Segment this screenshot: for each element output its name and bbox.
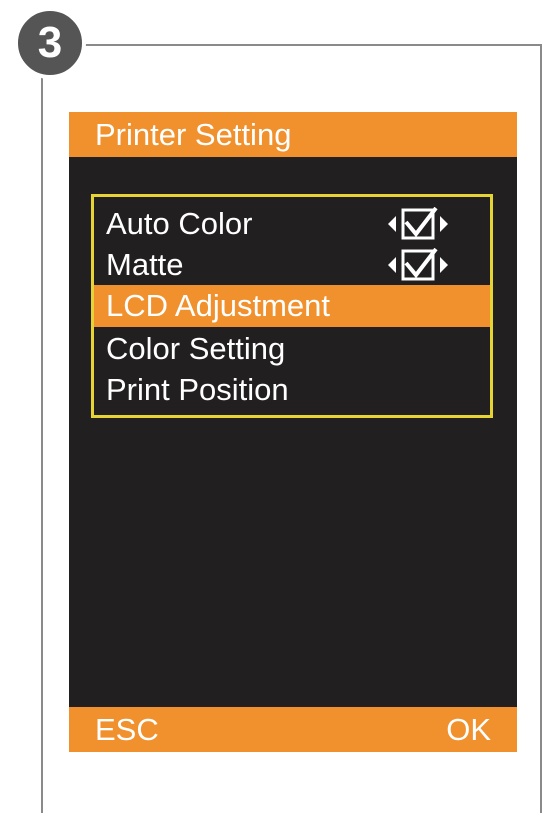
menu-item-label: Print Position	[106, 372, 289, 407]
left-arrow-icon	[388, 216, 396, 232]
manual-step-illustration: 3 Printer Setting Auto Color Matte LCD A…	[0, 0, 550, 813]
matte-toggle[interactable]	[383, 248, 471, 282]
menu-item-color-setting[interactable]: Color Setting	[94, 328, 490, 370]
frame-top-line	[50, 44, 542, 46]
esc-button[interactable]: ESC	[95, 711, 159, 749]
right-arrow-icon	[440, 216, 448, 232]
auto-color-toggle[interactable]	[383, 207, 471, 241]
bottom-bar: ESC OK	[69, 707, 517, 752]
title-bar: Printer Setting	[69, 112, 517, 157]
settings-menu: Auto Color Matte LCD Adjustment Color Se…	[91, 194, 493, 418]
menu-item-label: Matte	[106, 247, 184, 282]
menu-item-matte[interactable]: Matte	[94, 244, 490, 286]
menu-item-auto-color[interactable]: Auto Color	[94, 203, 490, 245]
frame-right-line	[540, 44, 542, 813]
lcd-screen: Printer Setting Auto Color Matte LCD Adj…	[69, 112, 517, 752]
menu-item-lcd-adjustment[interactable]: LCD Adjustment	[94, 285, 490, 327]
right-arrow-icon	[440, 257, 448, 273]
frame-left-line	[41, 66, 43, 813]
step-number-badge: 3	[14, 7, 86, 79]
screen-title: Printer Setting	[95, 117, 292, 152]
menu-item-label: LCD Adjustment	[106, 288, 330, 323]
menu-item-label: Color Setting	[106, 331, 286, 366]
left-arrow-icon	[388, 257, 396, 273]
menu-item-label: Auto Color	[106, 206, 253, 241]
step-number: 3	[37, 18, 63, 67]
ok-button[interactable]: OK	[446, 711, 491, 749]
menu-item-print-position[interactable]: Print Position	[94, 369, 490, 411]
